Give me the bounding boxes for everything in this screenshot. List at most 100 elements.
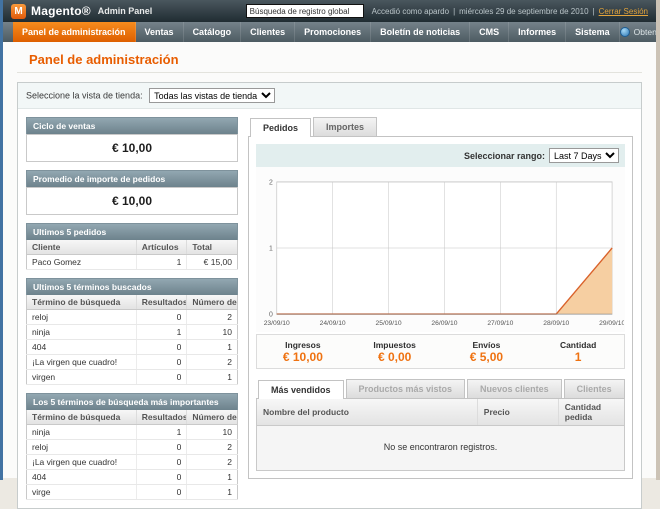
range-select[interactable]: Last 7 Days [549,148,619,163]
table-cell: ¡La virgen que cuadro! [27,455,137,470]
table-row: ¡La virgen que cuadro!02 [27,455,238,470]
table-cell: 10 [187,325,238,340]
stat-shipping-label: Envíos [441,340,533,350]
table-row: reloj02 [27,310,238,325]
table-cell: 1 [187,370,238,385]
table-cell: 0 [136,440,187,455]
table-row: ninja110 [27,425,238,440]
table-cell: 2 [187,355,238,370]
column-header: Término de búsqueda [27,410,137,425]
table-row: reloj02 [27,440,238,455]
orders-chart-area: 01223/09/1024/09/1025/09/1026/09/1027/09… [256,167,625,332]
table-cell: 404 [27,340,137,355]
products-tabs: Más vendidos Productos más vistos Nuevos… [256,379,625,399]
column-header: Total [187,240,238,255]
top-header-bar: M Magento® Admin Panel Accedió como apar… [3,0,656,22]
nav-item-sales[interactable]: Ventas [136,22,184,42]
current-date-text: miércoles 29 de septiembre de 2010 [459,7,588,16]
nav-item-promotions[interactable]: Promociones [295,22,371,42]
store-view-select[interactable]: Todas las vistas de tienda [149,88,275,103]
tab-orders[interactable]: Pedidos [250,118,311,137]
tab-most-viewed[interactable]: Productos más vistos [346,379,466,398]
svg-text:24/09/10: 24/09/10 [320,320,346,327]
main-dashboard-column: Pedidos Importes Seleccionar rango: Last… [248,117,633,479]
global-search-input[interactable] [246,4,364,18]
svg-text:23/09/10: 23/09/10 [264,320,290,327]
table-cell: 0 [136,455,187,470]
last-orders-title: Ultimos 5 pedidos [26,223,238,240]
store-view-row: Seleccione la vista de tienda: Todas las… [18,83,641,109]
tab-amounts[interactable]: Importes [313,117,377,136]
admin-page: M Magento® Admin Panel Accedió como apar… [3,0,656,478]
average-orders-widget: Promedio de importe de pedidos € 10,00 [26,170,238,215]
table-cell: 1 [187,340,238,355]
column-header: Resultados [136,295,187,310]
chart-tabs: Pedidos Importes [248,117,633,137]
nav-item-dashboard[interactable]: Panel de administración [13,22,136,42]
lifetime-sales-widget: Ciclo de ventas € 10,00 [26,117,238,162]
nav-item-newsletter[interactable]: Boletín de noticias [371,22,470,42]
totals-bar: Ingresos € 10,00 Impuestos € 0,00 Envíos… [256,334,625,369]
table-cell: reloj [27,440,137,455]
orders-chart: 01223/09/1024/09/1025/09/1026/09/1027/09… [257,174,624,330]
stat-revenue-value: € 10,00 [257,350,349,364]
table-header-row: ClienteArtículosTotal [27,240,238,255]
table-cell: 1 [136,425,187,440]
store-view-label: Seleccione la vista de tienda: [26,91,143,101]
table-row: 40401 [27,470,238,485]
top-search-terms-widget: Los 5 términos de búsqueda más important… [26,393,238,500]
nav-item-catalog[interactable]: Catálogo [184,22,242,42]
table-cell: 1 [187,470,238,485]
column-header: Artículos [136,240,187,255]
table-cell: 10 [187,425,238,440]
table-row: 40401 [27,340,238,355]
svg-text:25/09/10: 25/09/10 [376,320,402,327]
nav-item-system[interactable]: Sistema [566,22,620,42]
logo-title: Magento® [31,4,91,18]
stat-shipping-value: € 5,00 [441,350,533,364]
logout-link[interactable]: Cerrar Sesión [599,7,648,16]
svg-text:0: 0 [269,312,273,319]
stat-revenue-label: Ingresos [257,340,349,350]
nav-item-customers[interactable]: Clientes [241,22,295,42]
average-orders-title: Promedio de importe de pedidos [26,170,238,187]
logo-subtitle: Admin Panel [98,6,153,16]
stat-tax-label: Impuestos [349,340,441,350]
last-orders-table: ClienteArtículosTotal Paco Gomez1€ 15,00 [26,240,238,270]
get-help-link[interactable]: Obtener ayuda para esta página [620,22,660,42]
column-header: Cliente [27,240,137,255]
svg-text:27/09/10: 27/09/10 [487,320,513,327]
no-records-message: No se encontraron registros. [257,425,625,470]
tab-new-customers[interactable]: Nuevos clientes [467,379,562,398]
table-header-row: Nombre del productoPrecioCantidad pedida [257,399,625,426]
column-header: Resultados [136,410,187,425]
table-cell: 2 [187,310,238,325]
tab-customers[interactable]: Clientes [564,379,625,398]
table-row: Paco Gomez1€ 15,00 [27,255,238,270]
svg-text:28/09/10: 28/09/10 [543,320,569,327]
table-cell: ninja [27,425,137,440]
empty-row: No se encontraron registros. [257,425,625,470]
dashboard-container: Seleccione la vista de tienda: Todas las… [17,82,642,509]
svg-text:2: 2 [269,179,273,186]
stat-revenue: Ingresos € 10,00 [257,340,349,364]
content-area: Panel de administración Seleccione la vi… [3,42,656,509]
table-cell: € 15,00 [187,255,238,270]
stat-quantity-label: Cantidad [532,340,624,350]
table-header-row: Término de búsquedaResultadosNúmero de u… [27,410,238,425]
stat-quantity-value: 1 [532,350,624,364]
table-cell: 404 [27,470,137,485]
average-orders-value: € 10,00 [26,187,238,215]
last-search-terms-widget: Ultimos 5 términos buscados Término de b… [26,278,238,385]
svg-text:1: 1 [269,245,273,252]
column-header: Número de usos [187,410,238,425]
window-border-right [656,0,660,480]
table-cell: 1 [136,255,187,270]
range-label: Seleccionar rango: [464,151,545,161]
table-cell: 0 [136,370,187,385]
nav-item-reports[interactable]: Informes [509,22,566,42]
column-header: Nombre del producto [257,399,478,426]
nav-item-cms[interactable]: CMS [470,22,509,42]
tab-bestsellers[interactable]: Más vendidos [258,380,344,399]
column-header: Precio [477,399,558,426]
